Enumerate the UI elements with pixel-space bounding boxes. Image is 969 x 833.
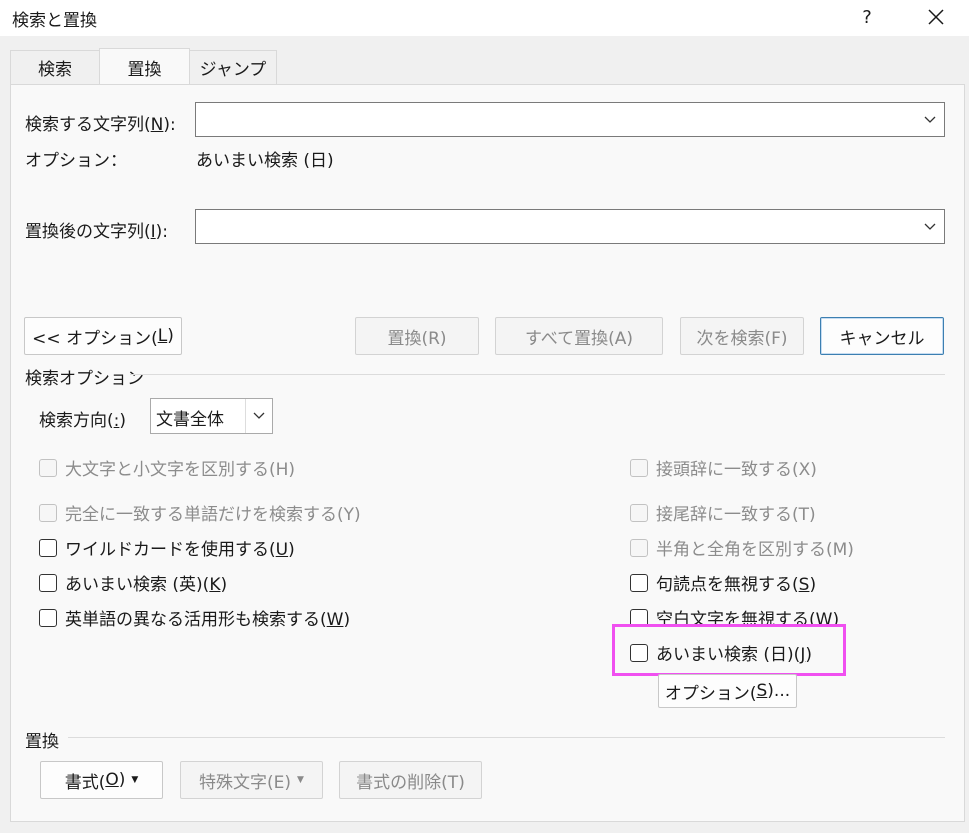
close-icon (928, 9, 944, 25)
cancel-button[interactable]: キャンセル (820, 317, 944, 355)
options-label: オプション： (25, 151, 127, 171)
direction-value: 文書全体 (156, 410, 224, 430)
checkbox-label: 接尾辞に一致する(T) (656, 505, 816, 525)
help-button[interactable]: ? (850, 2, 884, 32)
fuzzy-options-button[interactable]: オプション(S)... (658, 674, 797, 708)
chevron-down-icon (924, 116, 936, 123)
search-options-heading: 検索オプション (25, 369, 144, 389)
checkbox-label: 接頭辞に一致する(X) (656, 460, 817, 480)
wildcards-checkbox[interactable]: ワイルドカードを使用する(U) (39, 535, 295, 560)
checkbox-label: あいまい検索 (英)(K) (65, 575, 228, 595)
divider (130, 374, 945, 375)
direction-label: 検索方向(:) (39, 411, 127, 431)
ignore-punctuation-checkbox[interactable]: 句読点を無視する(S) (630, 570, 816, 595)
special-button[interactable]: 特殊文字(E) ▼ (180, 761, 323, 799)
replace-label: 置換後の文字列(I): (25, 222, 169, 242)
tab-page (10, 84, 965, 822)
checkbox-box[interactable] (630, 538, 648, 557)
checkbox-label: 大文字と小文字を区別する(H) (65, 460, 296, 480)
checkbox-label: 半角と全角を区別する(M) (656, 540, 854, 560)
format-button[interactable]: 書式(O) ▼ (40, 761, 163, 799)
checkbox-box[interactable] (39, 503, 57, 522)
window-title: 検索と置換 (12, 11, 97, 31)
checkbox-label: ワイルドカードを使用する(U) (65, 540, 295, 560)
checkbox-label: 英単語の異なる活用形も検索する(W) (65, 610, 351, 630)
checkbox-box[interactable] (630, 458, 648, 477)
checkbox-box[interactable] (39, 608, 57, 627)
title-bar (0, 0, 969, 36)
direction-select[interactable]: 文書全体 (150, 398, 273, 434)
replace-dropdown-button[interactable] (916, 210, 944, 243)
whole-word-checkbox[interactable]: 完全に一致する単語だけを検索する(Y) (39, 500, 361, 525)
options-value: あいまい検索 (日) (196, 151, 334, 171)
chevron-down-icon (253, 412, 265, 419)
word-forms-checkbox[interactable]: 英単語の異なる活用形も検索する(W) (39, 605, 350, 630)
caret-down-icon: ▼ (297, 775, 304, 785)
checkbox-box[interactable] (39, 573, 57, 592)
replace-section-heading: 置換 (25, 732, 59, 752)
tab-replace[interactable]: 置換 (99, 48, 190, 85)
checkbox-box[interactable] (39, 538, 57, 557)
checkbox-box[interactable] (630, 503, 648, 522)
replace-all-button[interactable]: すべて置換(A) (495, 317, 663, 355)
find-next-button[interactable]: 次を検索(F) (680, 317, 804, 355)
highlight-box (612, 624, 846, 676)
width-checkbox[interactable]: 半角と全角を区別する(M) (630, 535, 854, 560)
replace-input[interactable] (195, 209, 945, 244)
close-button[interactable] (915, 2, 957, 32)
direction-dropdown-button[interactable] (245, 399, 272, 433)
checkbox-label: 句読点を無視する(S) (656, 575, 817, 595)
tab-find[interactable]: 検索 (10, 50, 100, 84)
replace-button[interactable]: 置換(R) (355, 317, 479, 355)
match-prefix-checkbox[interactable]: 接頭辞に一致する(X) (630, 455, 817, 480)
caret-down-icon: ▼ (131, 775, 139, 785)
checkbox-label: 完全に一致する単語だけを検索する(Y) (65, 505, 361, 525)
checkbox-box[interactable] (630, 573, 648, 592)
match-suffix-checkbox[interactable]: 接尾辞に一致する(T) (630, 500, 816, 525)
fuzzy-english-checkbox[interactable]: あいまい検索 (英)(K) (39, 570, 227, 595)
chevron-down-icon (924, 223, 936, 230)
match-case-checkbox[interactable]: 大文字と小文字を区別する(H) (39, 455, 295, 480)
divider (68, 737, 945, 738)
find-label: 検索する文字列(N): (25, 115, 176, 135)
tab-goto[interactable]: ジャンプ (189, 50, 277, 84)
no-formatting-button[interactable]: 書式の削除(T) (339, 761, 482, 799)
less-options-button[interactable]: << オプション(L) (24, 317, 182, 355)
find-dropdown-button[interactable] (916, 103, 944, 136)
checkbox-box[interactable] (39, 458, 57, 477)
find-input[interactable] (195, 102, 945, 137)
